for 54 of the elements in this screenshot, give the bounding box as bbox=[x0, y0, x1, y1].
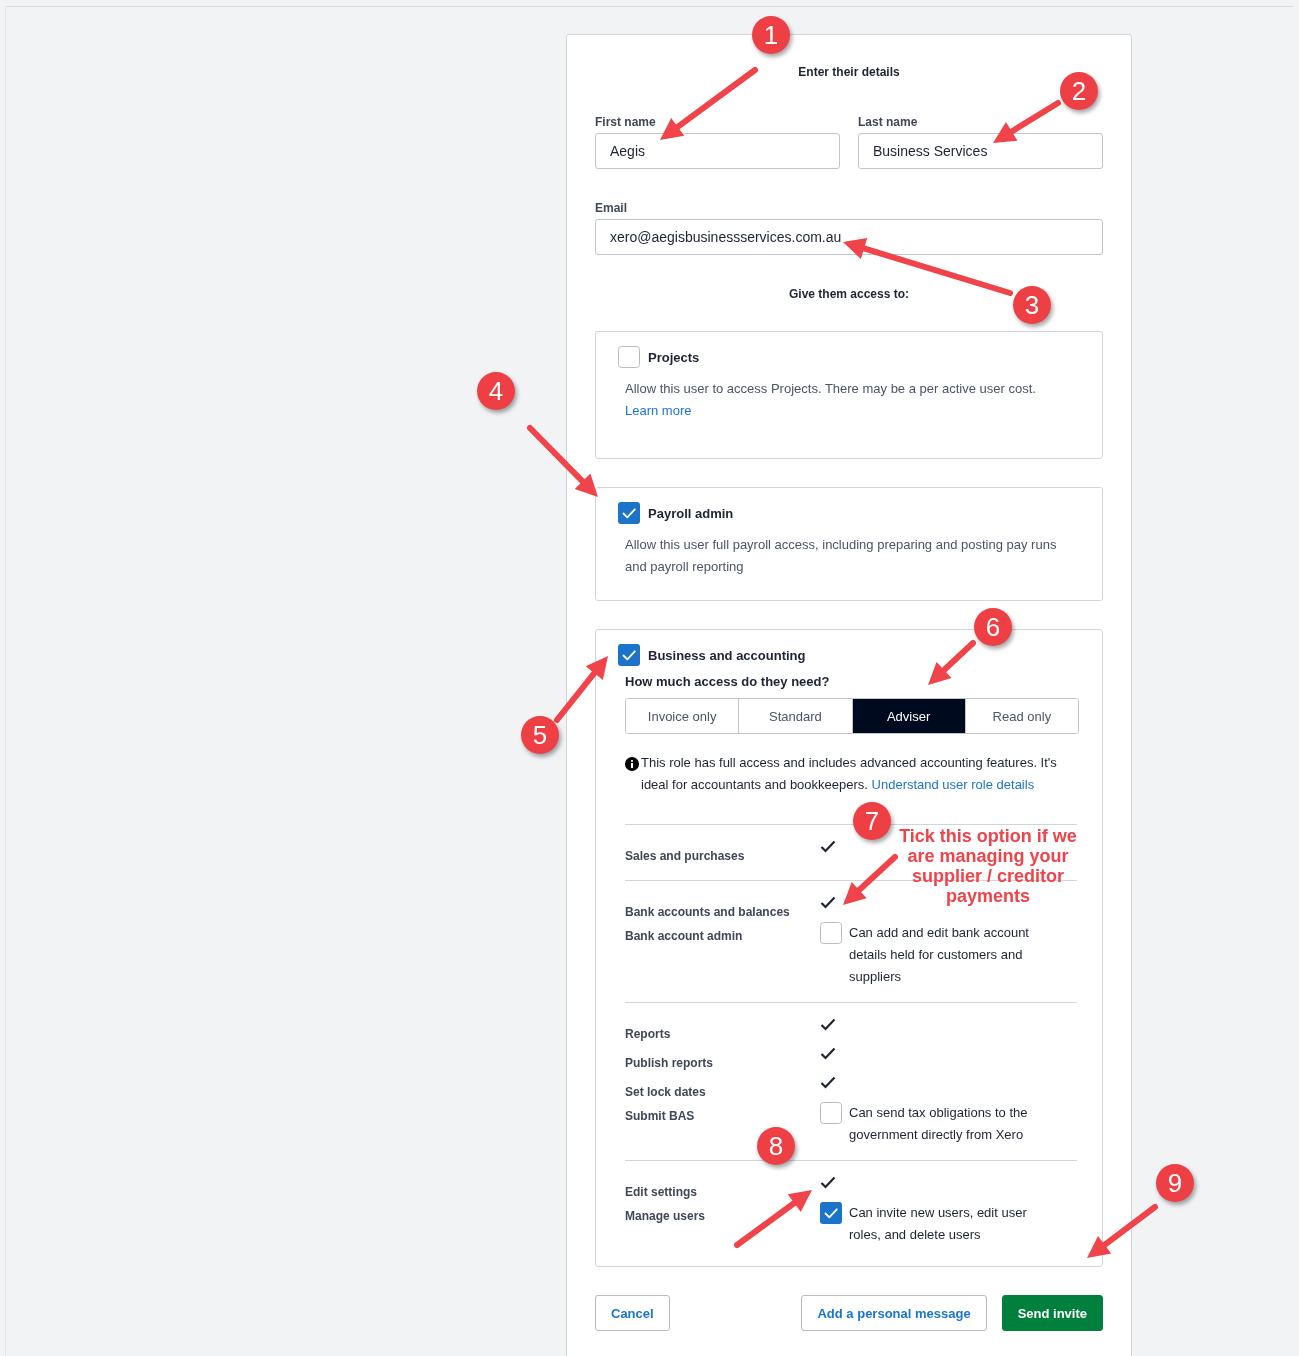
check-icon bbox=[820, 896, 836, 909]
option-title: Business and accounting bbox=[648, 647, 806, 663]
permission-label: Sales and purchases bbox=[625, 848, 746, 863]
section-heading: Give them access to: bbox=[787, 287, 911, 301]
form-heading: Enter their details bbox=[797, 65, 901, 79]
learn-more-link[interactable]: Learn more bbox=[625, 400, 692, 422]
permission-label: Manage users bbox=[625, 1208, 707, 1223]
permission-label: Bank account admin bbox=[625, 928, 744, 943]
field-label: First name bbox=[595, 115, 657, 129]
arrow bbox=[554, 656, 608, 723]
arrow bbox=[993, 100, 1061, 143]
annotation-note: Tick this option if we are managing your supplier / creditor payments bbox=[898, 826, 1078, 906]
permission-label: Reports bbox=[625, 1026, 672, 1041]
check-icon bbox=[820, 1018, 836, 1031]
arrow bbox=[527, 425, 598, 497]
arrow bbox=[1087, 1204, 1158, 1258]
check-icon bbox=[820, 1047, 836, 1060]
checkbox[interactable] bbox=[618, 346, 640, 368]
permission-label: Bank accounts and balances bbox=[625, 904, 791, 919]
role-tab[interactable]: Read only bbox=[964, 699, 1078, 733]
checkbox[interactable] bbox=[618, 644, 640, 666]
permission-label: Set lock dates bbox=[625, 1084, 707, 1099]
role-description: This role has full access and includes advanced accounting features. It's ideal for accountants and bookkeepers. Understand user role details bbox=[641, 754, 1058, 794]
option-description: Allow this user to access Projects. There may be a per active user cost. bbox=[625, 380, 1037, 398]
checkbox[interactable] bbox=[820, 1202, 842, 1224]
option-title: Projects bbox=[648, 349, 700, 365]
personal-message-button[interactable]: Add a personal message bbox=[801, 1295, 987, 1331]
field-label: Email bbox=[595, 201, 628, 215]
question-label: How much access do they need? bbox=[625, 674, 831, 689]
role-details-link[interactable]: Understand user role details bbox=[871, 777, 1035, 792]
cancel-button[interactable]: Cancel bbox=[595, 1295, 670, 1331]
permission-label: Edit settings bbox=[625, 1184, 698, 1199]
option-description: Allow this user full payroll access, including preparing and posting pay runs and payroll reporting bbox=[625, 536, 1058, 576]
checkbox[interactable] bbox=[820, 1102, 842, 1124]
arrow bbox=[928, 640, 976, 685]
check-icon bbox=[820, 1176, 836, 1189]
permission-description: Can invite new users, edit user roles, and delete users bbox=[849, 1204, 1028, 1244]
check-icon bbox=[820, 1076, 836, 1089]
checkbox[interactable] bbox=[820, 922, 842, 944]
text-field[interactable]: Aegis bbox=[595, 133, 840, 169]
arrow bbox=[843, 854, 898, 905]
permission-label: Submit BAS bbox=[625, 1108, 696, 1123]
option-title: Payroll admin bbox=[648, 505, 734, 521]
permission-description: Can send tax obligations to the government directly from Xero bbox=[849, 1104, 1029, 1144]
role-tab[interactable]: Adviser bbox=[851, 699, 965, 733]
text-field[interactable]: Business Services bbox=[858, 133, 1103, 169]
checkbox[interactable] bbox=[618, 502, 640, 524]
send-invite-button[interactable]: Send invite bbox=[1001, 1295, 1103, 1331]
info-icon bbox=[625, 757, 639, 771]
check-icon bbox=[820, 840, 836, 853]
field-label: Last name bbox=[858, 115, 919, 129]
permission-label: Publish reports bbox=[625, 1055, 714, 1070]
text-field[interactable]: xero@aegisbusinessservices.com.au bbox=[595, 219, 1103, 255]
permission-description: Can add and edit bank account details held for customers and suppliers bbox=[849, 924, 1030, 986]
